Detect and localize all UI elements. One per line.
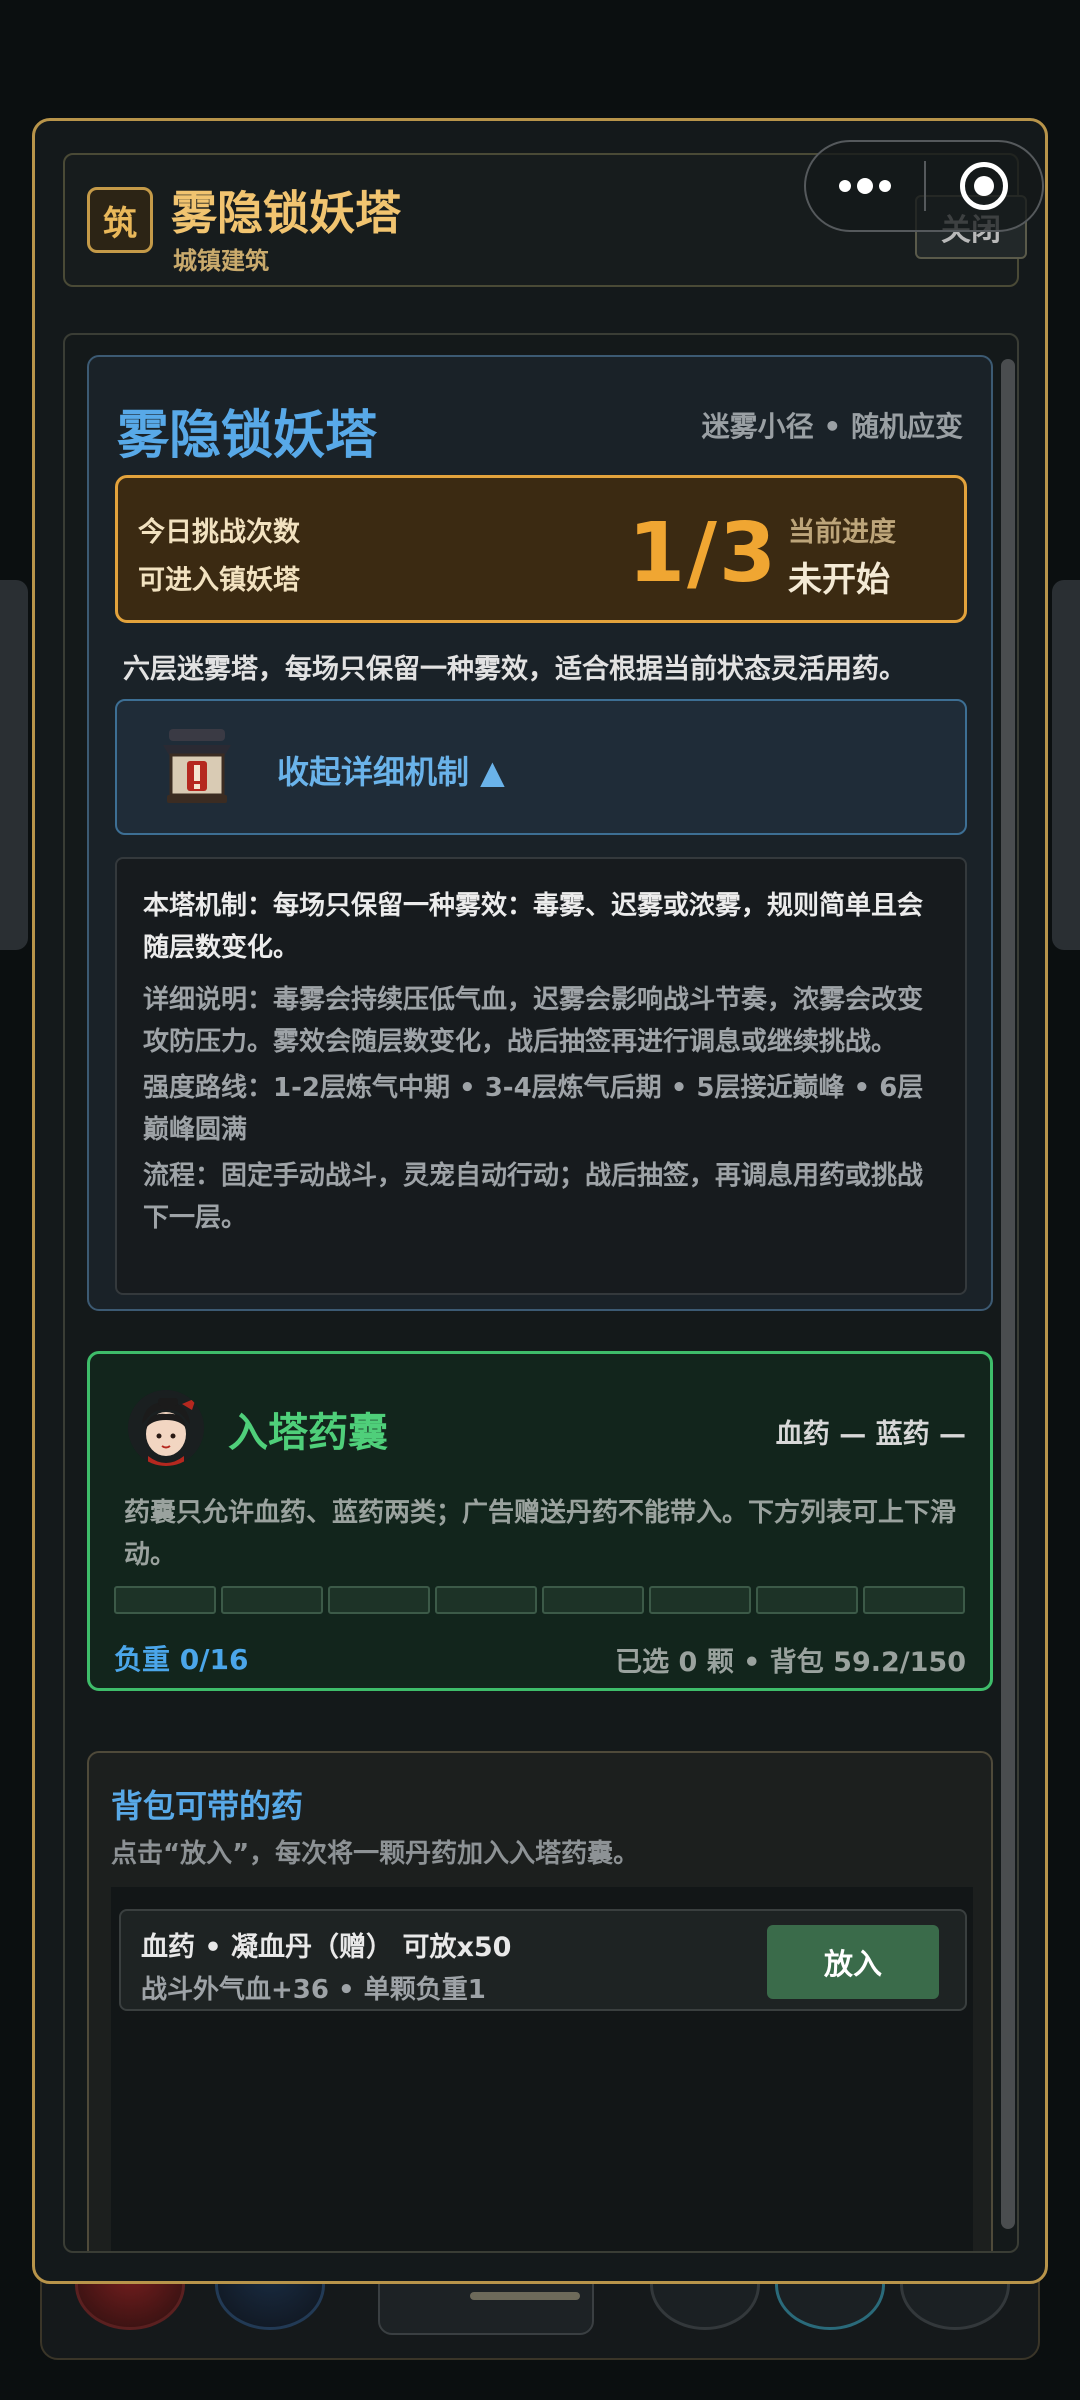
tower-name: 雾隐锁妖塔 [117,406,378,466]
potion-slot[interactable] [328,1586,430,1614]
backpack-list[interactable]: 血药 • 凝血丹（赠） 可放x50 战斗外气血+36 • 单颗负重1 放入 [111,1887,973,2251]
challenge-count-label: 今日挑战次数 [138,517,300,548]
potion-bag-info: 已选 0 颗 • 背包 59.2/150 [615,1647,966,1678]
potion-bag-card: 入塔药囊 血药 — 蓝药 — 药囊只允许血药、蓝药两类；广告赠送丹药不能带入。下… [87,1351,993,1691]
tower-warning-icon [163,729,231,803]
miniprogram-capsule [804,140,1044,232]
modal-subtitle: 城镇建筑 [173,247,269,275]
potion-bag-load: 负重 0/16 [114,1643,249,1676]
potion-bag-description: 药囊只允许血药、蓝药两类；广告赠送丹药不能带入。下方列表可上下滑动。 [124,1498,957,1570]
mechanism-summary: 本塔机制：每场只保留一种雾效：毒雾、迟雾或浓雾，规则简单且会随层数变化。 [143,891,924,963]
modal-title: 雾隐锁妖塔 [171,186,401,240]
potion-slot[interactable] [435,1586,537,1614]
potion-slot[interactable] [542,1586,644,1614]
background-center-line [470,2292,580,2300]
backpack-potions-card: 背包可带的药 点击“放入”，每次将一颗丹药加入入塔药囊。 血药 • 凝血丹（赠）… [87,1751,993,2251]
potion-slot[interactable] [221,1586,323,1614]
list-item: 血药 • 凝血丹（赠） 可放x50 战斗外气血+36 • 单颗负重1 放入 [119,1909,967,2011]
strength-route: 强度路线：1-2层炼气中期 • 3-4层炼气后期 • 5层接近巅峰 • 6层巅峰… [143,1073,924,1145]
building-badge: 筑 [87,187,153,253]
tower-tags: 迷雾小径 • 随机应变 [701,410,963,443]
mechanism-explanation: 详细说明：毒雾会持续压低气血，迟雾会影响战斗节奏，浓雾会改变攻防压力。雾效会随层… [143,985,924,1057]
tower-description: 六层迷雾塔，每场只保留一种雾效，适合根据当前状态灵活用药。 [123,654,906,685]
challenge-enter-label: 可进入镇妖塔 [138,565,300,596]
background-panel-left [0,580,28,950]
potion-slot[interactable] [114,1586,216,1614]
character-avatar-icon [128,1390,204,1466]
backpack-hint: 点击“放入”，每次将一颗丹药加入入塔药囊。 [111,1839,640,1869]
progress-value: 未开始 [788,560,890,600]
progress-label: 当前进度 [788,517,896,548]
backpack-title: 背包可带的药 [111,1787,304,1825]
potion-slot[interactable] [649,1586,751,1614]
potion-slot[interactable] [756,1586,858,1614]
scrollbar[interactable] [1001,359,1015,2229]
potion-slot[interactable] [863,1586,965,1614]
collapse-details-button[interactable]: 收起详细机制 ▲ [115,699,967,835]
target-close-icon[interactable] [926,162,1042,210]
challenge-count-value: 1/3 [628,506,779,601]
potion-item-desc: 战斗外气血+36 • 单颗负重1 [141,1975,486,2005]
potion-slots[interactable] [114,1586,974,1616]
background-panel-right [1052,580,1080,950]
mechanism-details: 本塔机制：每场只保留一种雾效：毒雾、迟雾或浓雾，规则简单且会随层数变化。 详细说… [115,857,967,1295]
challenge-status-box: 今日挑战次数 可进入镇妖塔 1/3 当前进度 未开始 [115,475,967,623]
collapse-details-label: 收起详细机制 ▲ [277,753,505,791]
content-scroll-area[interactable]: 雾隐锁妖塔 迷雾小径 • 随机应变 今日挑战次数 可进入镇妖塔 1/3 当前进度… [63,333,1019,2253]
tower-info-card: 雾隐锁妖塔 迷雾小径 • 随机应变 今日挑战次数 可进入镇妖塔 1/3 当前进度… [87,355,993,1311]
put-in-button[interactable]: 放入 [767,1925,939,1999]
building-modal: 筑 雾隐锁妖塔 城镇建筑 关闭 雾隐锁妖塔 迷雾小径 • 随机应变 今日挑战次数… [32,118,1048,2284]
potion-item-name: 血药 • 凝血丹（赠） 可放x50 [141,1932,512,1963]
potion-bag-title: 入塔药囊 [228,1410,388,1456]
battle-flow: 流程：固定手动战斗，灵宠自动行动；战后抽签，再调息用药或挑战下一层。 [143,1161,924,1233]
potion-bag-stats: 血药 — 蓝药 — [775,1419,966,1450]
more-dots-icon[interactable] [806,178,924,194]
